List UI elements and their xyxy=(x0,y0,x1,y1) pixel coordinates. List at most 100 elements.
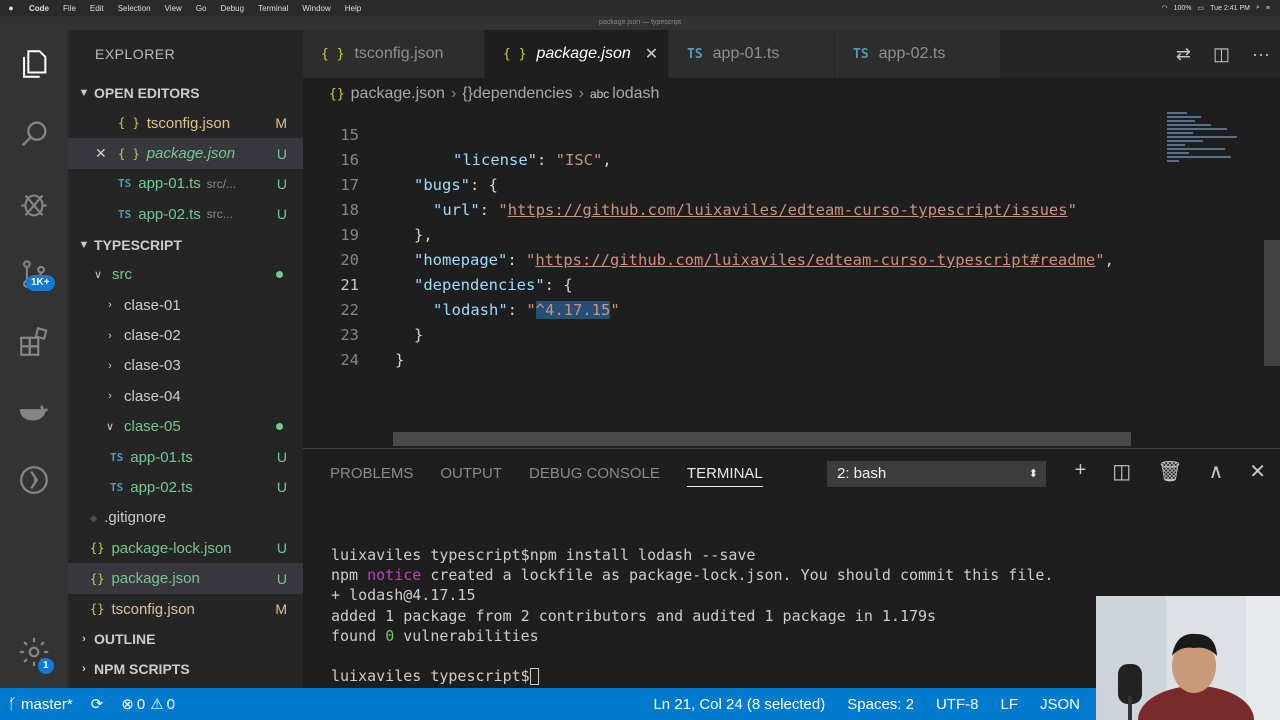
menu-edit[interactable]: Edit xyxy=(83,4,111,13)
branch-icon[interactable]: ᚶ xyxy=(8,696,17,713)
terminal-select[interactable]: 2: bash ⬍ xyxy=(827,461,1046,487)
menu-list-icon[interactable]: ≡ xyxy=(1266,5,1270,12)
open-editor-item[interactable]: TS app-02.ts src... U xyxy=(68,199,303,229)
split-editor-icon[interactable]: ◫ xyxy=(1213,44,1230,65)
open-editor-item[interactable]: TS app-01.ts src/... U xyxy=(68,169,303,199)
more-actions-icon[interactable]: ··· xyxy=(1252,44,1270,65)
outline-header[interactable]: › OUTLINE xyxy=(68,624,303,654)
apple-icon[interactable]: ● xyxy=(0,3,22,13)
breadcrumb-dependencies[interactable]: {}dependencies xyxy=(462,85,572,103)
warning-icon[interactable]: ⚠ xyxy=(150,695,163,713)
horizontal-scrollbar[interactable] xyxy=(393,432,1131,446)
folder-item[interactable]: › clase-02 xyxy=(68,320,303,350)
breadcrumb-lodash[interactable]: lodash xyxy=(612,85,659,103)
tab-label: package.json xyxy=(536,45,631,62)
folder-item[interactable]: ∨ clase-05 xyxy=(68,412,303,442)
tab-app-02[interactable]: TS app-02.ts xyxy=(835,30,1001,78)
breadcrumb-separator: › xyxy=(450,85,457,102)
npm-scripts-header[interactable]: › NPM SCRIPTS xyxy=(68,654,303,684)
menu-help[interactable]: Help xyxy=(338,4,368,13)
folder-item[interactable]: › clase-04 xyxy=(68,381,303,411)
menu-go[interactable]: Go xyxy=(189,4,214,13)
error-icon[interactable]: ⊗ xyxy=(121,695,134,713)
folder-item[interactable]: › clase-03 xyxy=(68,351,303,381)
warning-count[interactable]: 0 xyxy=(167,696,175,713)
branch-name[interactable]: master* xyxy=(21,696,73,713)
gitlens-icon[interactable] xyxy=(14,460,54,500)
tab-problems[interactable]: PROBLEMS xyxy=(330,465,413,482)
minimap[interactable] xyxy=(1163,110,1263,447)
git-status: U xyxy=(276,479,287,496)
trash-icon[interactable]: 🗑 xyxy=(1157,459,1182,484)
typescript-file-icon: TS xyxy=(118,207,132,221)
tab-package-json[interactable]: { } package.json ✕ xyxy=(485,30,669,78)
menu-debug[interactable]: Debug xyxy=(213,4,251,13)
battery-icon[interactable]: ▭ xyxy=(1198,4,1205,12)
file-item[interactable]: ◆ .gitignore xyxy=(68,503,303,533)
end-of-line[interactable]: LF xyxy=(1000,696,1018,713)
code-line: 23 } xyxy=(303,298,1163,369)
indentation[interactable]: Spaces: 2 xyxy=(847,696,914,713)
menu-file[interactable]: File xyxy=(56,4,83,13)
git-file-icon: ◆ xyxy=(90,510,98,525)
explorer-title: EXPLORER xyxy=(95,46,176,62)
tab-terminal[interactable]: TERMINAL xyxy=(686,465,763,487)
tab-tsconfig[interactable]: { } tsconfig.json xyxy=(303,30,485,78)
compare-changes-icon[interactable]: ⇄ xyxy=(1176,44,1191,65)
terminal-output[interactable]: luixaviles typescript$npm install lodash… xyxy=(331,545,1053,686)
terminal-command: npm install lodash --save xyxy=(529,546,756,564)
file-item[interactable]: {} package-lock.json U xyxy=(68,533,303,563)
chevron-right-icon: › xyxy=(108,390,112,403)
extensions-icon[interactable] xyxy=(14,322,54,362)
debug-icon[interactable] xyxy=(14,184,54,224)
file-item[interactable]: {} package.json U xyxy=(68,563,303,594)
menu-selection[interactable]: Selection xyxy=(111,4,158,13)
file-item[interactable]: {} tsconfig.json M xyxy=(68,594,303,624)
search-icon[interactable] xyxy=(14,114,54,154)
sync-icon[interactable]: ⟳ xyxy=(91,695,104,713)
file-dir: src/... xyxy=(206,176,237,191)
language-mode[interactable]: JSON xyxy=(1040,696,1080,713)
folder-item[interactable]: ∨ src xyxy=(68,260,303,290)
typescript-file-icon: TS xyxy=(118,177,132,191)
vertical-scrollbar[interactable] xyxy=(1264,240,1280,366)
explorer-sidebar: EXPLORER ▼ OPEN EDITORS { } tsconfig.jso… xyxy=(68,30,303,688)
add-terminal-icon[interactable]: + xyxy=(1075,459,1087,484)
code-line: 24 xyxy=(303,323,1163,369)
project-header[interactable]: ▼ TYPESCRIPT xyxy=(68,230,303,260)
split-terminal-icon[interactable]: ◫ xyxy=(1112,459,1131,484)
menu-window[interactable]: Window xyxy=(295,4,337,13)
docker-icon[interactable] xyxy=(14,392,54,432)
git-status: U xyxy=(276,145,287,162)
menu-code[interactable]: Code xyxy=(22,4,56,13)
menu-view[interactable]: View xyxy=(158,4,189,13)
open-editor-item[interactable]: ✕ { } package.json U xyxy=(68,138,303,169)
tab-app-01[interactable]: TS app-01.ts xyxy=(669,30,835,78)
code-editor[interactable]: 15 "license": "ISC", 16 "bugs": { 17 "ur… xyxy=(303,110,1163,447)
folder-item[interactable]: › clase-01 xyxy=(68,290,303,320)
open-editors-header[interactable]: ▼ OPEN EDITORS xyxy=(68,78,303,108)
git-status: M xyxy=(275,601,287,618)
battery-label[interactable]: 100% xyxy=(1174,5,1192,12)
menu-terminal[interactable]: Terminal xyxy=(251,4,295,13)
close-icon[interactable]: ✕ xyxy=(95,145,118,162)
tab-output[interactable]: OUTPUT xyxy=(440,465,502,482)
file-item[interactable]: TS app-02.ts U xyxy=(68,472,303,502)
tab-debug-console[interactable]: DEBUG CONSOLE xyxy=(529,465,660,482)
activity-bar: 1K+ 1 xyxy=(0,30,68,688)
code-line: 20 "dependencies": { xyxy=(303,223,1163,294)
clock[interactable]: Tue 2:41 PM xyxy=(1210,5,1250,12)
cursor-position[interactable]: Ln 21, Col 24 (8 selected) xyxy=(653,696,825,713)
wifi-icon[interactable]: ◠ xyxy=(1162,4,1168,12)
file-item[interactable]: TS app-01.ts U xyxy=(68,442,303,472)
search-icon[interactable]: ⌕ xyxy=(1256,4,1260,12)
open-editor-item[interactable]: { } tsconfig.json M xyxy=(68,108,303,138)
breadcrumb-file[interactable]: package.json xyxy=(351,85,445,103)
close-icon[interactable]: ✕ xyxy=(645,44,658,64)
file-label: tsconfig.json xyxy=(146,114,231,132)
close-panel-icon[interactable]: ✕ xyxy=(1249,459,1266,484)
error-count[interactable]: 0 xyxy=(137,696,145,713)
explorer-icon[interactable] xyxy=(14,44,54,84)
maximize-panel-icon[interactable]: ∧ xyxy=(1209,459,1224,484)
encoding[interactable]: UTF-8 xyxy=(936,696,979,713)
